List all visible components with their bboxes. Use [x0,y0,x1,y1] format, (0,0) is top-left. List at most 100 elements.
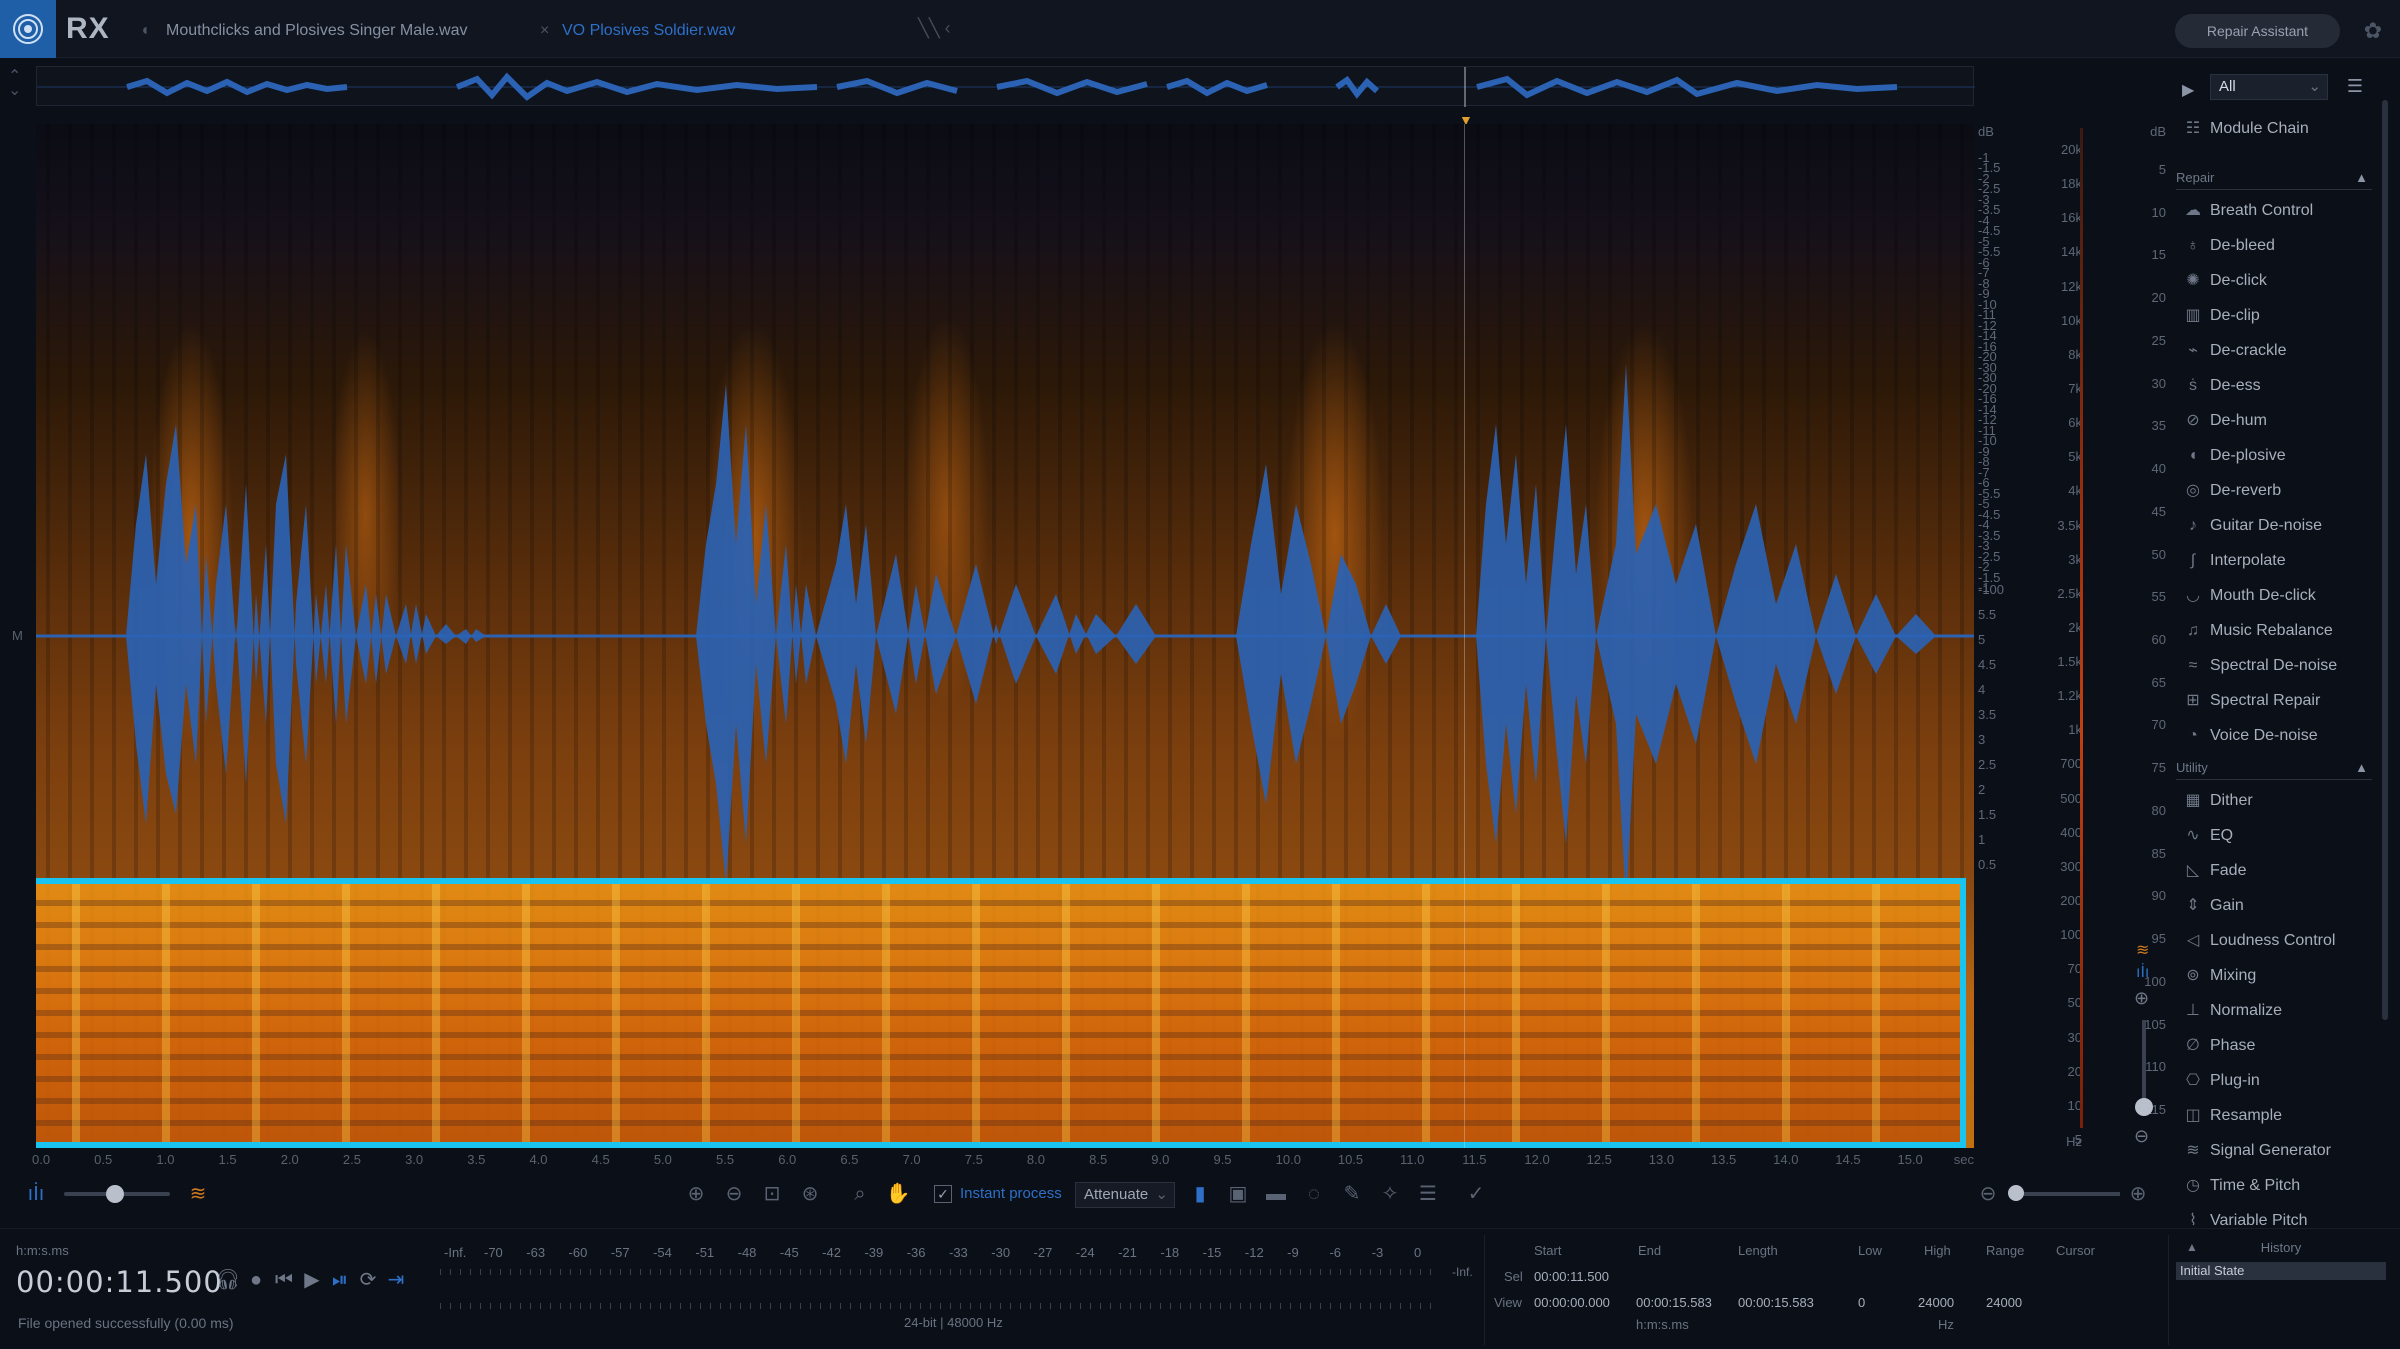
module-item[interactable]: ☁ Breath Control [2176,196,2372,226]
waveform-overview[interactable] [36,66,1975,107]
module-item[interactable]: ⎔ Plug-in [2176,1066,2372,1096]
spectrogram-display[interactable] [36,124,1974,1148]
close-tab-icon[interactable]: × [540,16,562,46]
module-item[interactable]: ⊥ Normalize [2176,996,2372,1026]
section-header-repair[interactable]: Repair ▲ [2176,168,2372,190]
module-item[interactable]: ▥ De-clip [2176,301,2372,331]
horizontal-zoom-knob[interactable] [2008,1185,2024,1201]
blend-slider-knob[interactable] [106,1185,124,1203]
module-chain-button[interactable]: ☷ Module Chain [2176,114,2372,144]
play-selection-icon[interactable]: ⏯︎ [326,1269,354,1292]
tab-vo-plosives[interactable]: × VO Plosives Soldier.wav [540,16,735,46]
meter-scale-tick: -54 [653,1245,672,1260]
zoom-out-icon[interactable]: ⊖ [720,1180,748,1208]
spectrogram-settings-icon[interactable]: ≋ [2136,940,2149,960]
module-item[interactable]: ∫ Interpolate [2176,546,2372,576]
history-item[interactable]: Initial State [2176,1262,2386,1280]
view-start-value[interactable]: 00:00:00.000 [1534,1295,1610,1310]
hz-tick: 1.2k [2057,688,2082,704]
time-format-label[interactable]: h:m:s.ms [16,1243,69,1258]
high-value[interactable]: 24000 [1918,1295,1954,1310]
module-item[interactable]: ◁ Loudness Control [2176,926,2372,956]
range-value[interactable]: 24000 [1986,1295,2022,1310]
skip-back-icon[interactable]: ⏮︎ [270,1269,298,1292]
tab-overflow-icon[interactable]: ╲╲ ‹ [918,18,951,39]
module-item[interactable]: ṡ De-ess [2176,371,2372,401]
repair-assistant-button[interactable]: Repair Assistant [2175,14,2340,48]
vertical-zoom-knob[interactable] [2135,1098,2153,1116]
module-item[interactable]: ◷ Time & Pitch [2176,1171,2372,1201]
lasso-tool-icon[interactable]: ◌ [1300,1180,1328,1208]
magic-wand-icon[interactable]: ✧ [1376,1180,1404,1208]
zoom-in-icon[interactable]: ⊕ [682,1180,710,1208]
instant-process-checkbox[interactable]: ✓ [934,1185,952,1203]
vertical-zoom-control[interactable]: ≋ ıİı ⊕ ⊖ [2130,940,2160,1160]
module-item[interactable]: ♫ Music Rebalance [2176,616,2372,646]
zoom-out-horizontal-icon[interactable]: ⊖ [1974,1180,2002,1208]
module-item[interactable]: ⊚ Mixing [2176,961,2372,991]
play-icon[interactable]: ▶ [298,1267,326,1292]
waveform-view-icon[interactable]: ıİı [22,1180,50,1208]
view-end-value[interactable]: 00:00:15.583 [1636,1295,1712,1310]
module-item[interactable]: ≋ Signal Generator [2176,1136,2372,1166]
module-item[interactable]: ≈ Spectral De-noise [2176,651,2372,681]
horizontal-zoom-slider[interactable] [2010,1192,2120,1196]
instant-process-label[interactable]: Instant process [960,1185,1062,1202]
vertical-zoom-track[interactable] [2142,1020,2146,1110]
zoom-out-vertical-icon[interactable]: ⊖ [2134,1126,2149,1147]
hand-tool-icon[interactable]: ✋ [884,1180,912,1208]
selection-highlight[interactable] [36,878,1966,1148]
collapse-section-icon[interactable]: ▲ [2355,758,2368,778]
zoom-selection-icon[interactable]: ⊡ [758,1180,786,1208]
module-item[interactable]: ◔ Voice De-noise [2176,721,2372,751]
time-selection-tool-icon[interactable]: ▮ [1186,1180,1214,1208]
waveform-settings-icon[interactable]: ıİı [2136,964,2149,982]
time-frequency-selection-icon[interactable]: ▣ [1224,1180,1252,1208]
collapse-overview-icon[interactable]: ⌃ ⌄ [8,69,21,99]
module-item[interactable]: ⊞ Spectral Repair [2176,686,2372,716]
section-header-utility[interactable]: Utility ▲ [2176,758,2372,780]
brush-tool-icon[interactable]: ✎ [1338,1180,1366,1208]
module-list-menu-icon[interactable]: ☰ [2342,76,2368,100]
collapse-section-icon[interactable]: ▲ [2355,168,2368,188]
module-item[interactable]: ⌁ De-crackle [2176,336,2372,366]
magnify-tool-icon[interactable]: ⌕ [846,1180,874,1208]
module-item[interactable]: ◺ Fade [2176,856,2372,886]
zoom-in-horizontal-icon[interactable]: ⊕ [2124,1180,2152,1208]
module-item[interactable]: ♁ De-bleed [2176,231,2372,261]
instant-process-mode-select[interactable]: Attenuate ⌄ [1075,1182,1175,1208]
follow-playhead-icon[interactable]: ⇥ [382,1267,410,1292]
zoom-in-vertical-icon[interactable]: ⊕ [2134,988,2149,1009]
module-item[interactable]: ◫ Resample [2176,1101,2372,1131]
module-item[interactable]: ◎ De-reverb [2176,476,2372,506]
module-item[interactable]: ▦ Dither [2176,786,2372,816]
module-item[interactable]: ♪ Guitar De-noise [2176,511,2372,541]
module-item[interactable]: ◖ De-plosive [2176,441,2372,471]
izotope-logo-icon[interactable] [0,0,56,58]
sel-start-value[interactable]: 00:00:11.500 [1534,1269,1609,1284]
loop-icon[interactable]: ⟳ [354,1267,382,1292]
draw-tool-icon[interactable]: ✓ [1462,1180,1490,1208]
module-item[interactable]: ∅ Phase [2176,1031,2372,1061]
module-item[interactable]: ✺ De-click [2176,266,2372,296]
headphones-icon[interactable]: 🎧︎ [214,1267,242,1292]
tab-mouthclicks[interactable]: ◖ Mouthclicks and Plosives Singer Male.wa… [140,16,467,46]
record-icon[interactable]: ● [242,1269,270,1292]
zoom-fit-icon[interactable]: ⊛ [796,1180,824,1208]
low-value[interactable]: 0 [1858,1295,1865,1310]
module-item[interactable]: ∿ EQ [2176,821,2372,851]
meter-scale-tick: -57 [610,1245,630,1260]
high-header: High [1924,1243,1951,1258]
play-module-icon[interactable]: ▶ [2182,80,2194,100]
hz-tick: 18k [2061,176,2082,192]
spectrogram-view-icon[interactable]: ≋ [184,1180,212,1208]
harmonic-selection-icon[interactable]: ☰ [1414,1180,1442,1208]
module-item[interactable]: ⇕ Gain [2176,891,2372,921]
hz-tick: 1.5k [2057,654,2082,670]
module-item[interactable]: ⊘ De-hum [2176,406,2372,436]
module-item[interactable]: ◡ Mouth De-click [2176,581,2372,611]
frequency-selection-icon[interactable]: ▬ [1262,1180,1290,1208]
view-length-value[interactable]: 00:00:15.583 [1738,1295,1814,1310]
module-panel-scrollbar[interactable] [2382,100,2388,1020]
module-filter-select[interactable]: All ⌄ [2210,74,2328,100]
